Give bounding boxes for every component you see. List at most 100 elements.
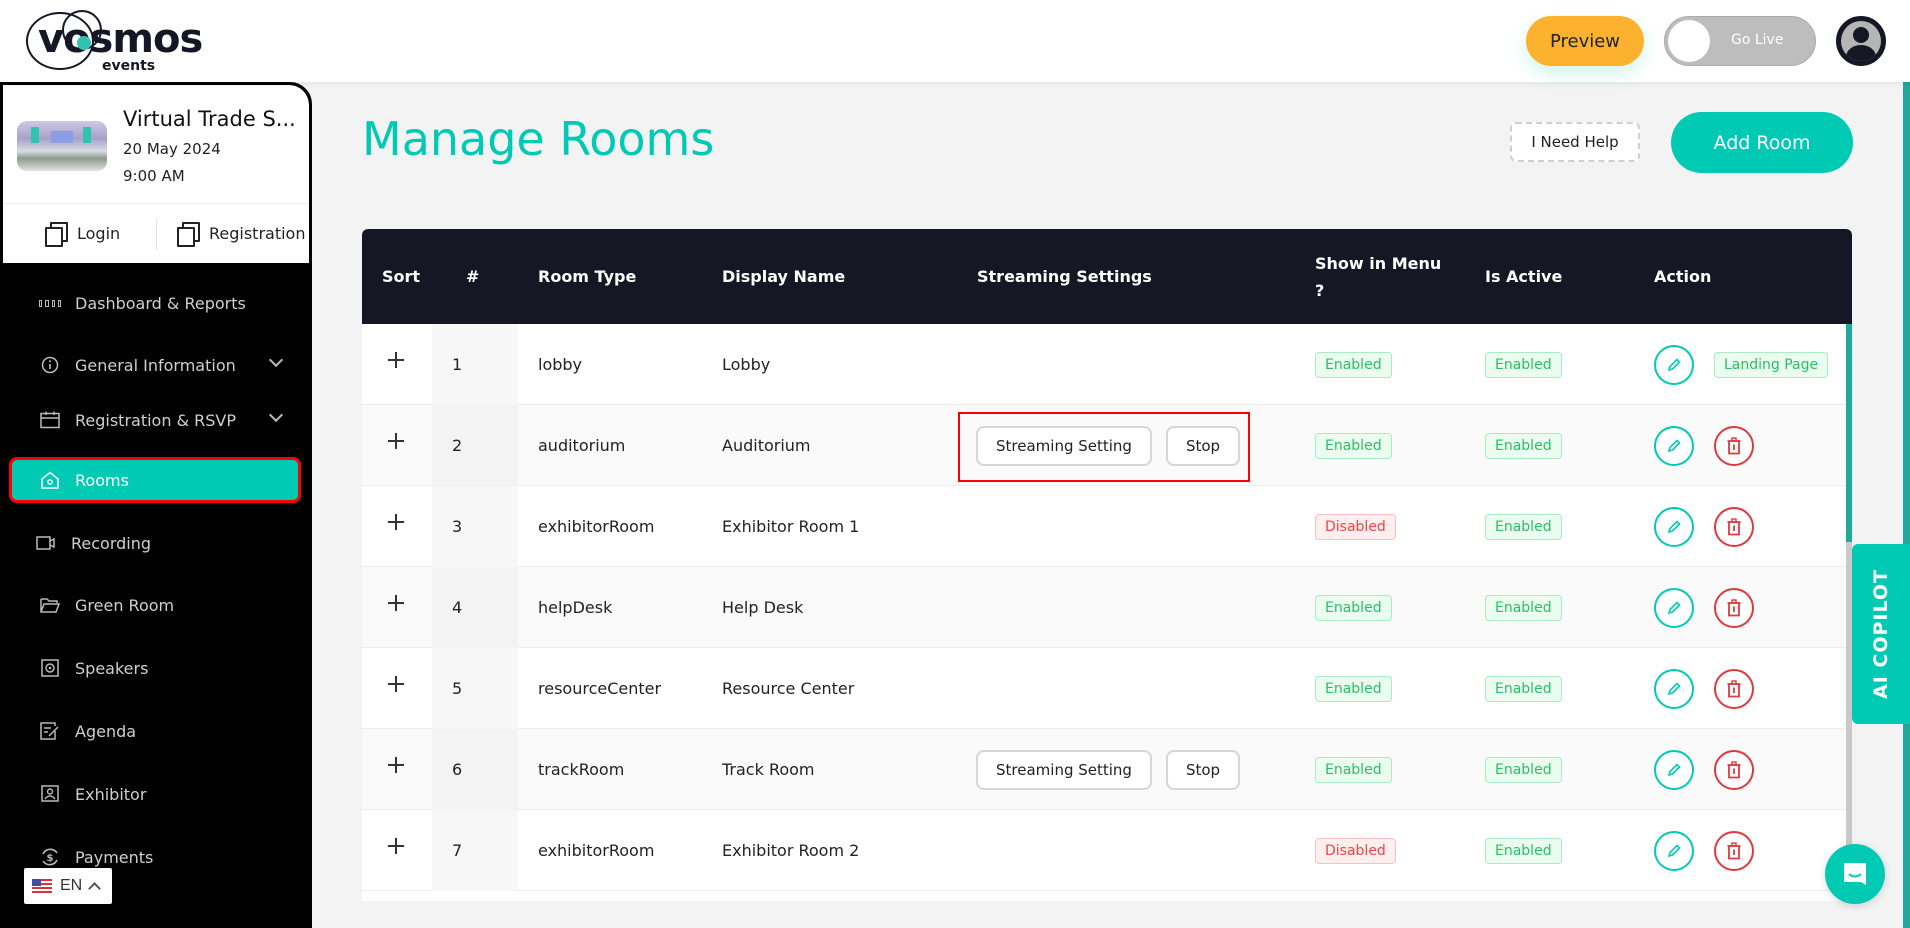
delete-button[interactable] — [1714, 749, 1754, 790]
trash-icon — [1726, 436, 1742, 455]
chat-button[interactable] — [1825, 844, 1885, 904]
column-header-display-name: Display Name — [722, 267, 846, 286]
sidebar-item-label: Recording — [71, 533, 152, 553]
event-card[interactable]: Virtual Trade S... 20 May 2024 9:00 AM — [3, 85, 309, 203]
delete-button[interactable] — [1714, 506, 1754, 547]
sidebar-scrollbar[interactable] — [309, 263, 312, 928]
language-selector[interactable]: EN — [24, 868, 112, 904]
sidebar-item-label: Payments — [75, 847, 154, 867]
streaming-setting-button[interactable]: Streaming Setting — [976, 749, 1152, 790]
sidebar-item-label: Exhibitor — [75, 784, 147, 804]
user-avatar[interactable] — [1836, 16, 1886, 66]
sidebar-item-general-information[interactable]: General Information — [9, 343, 301, 387]
delete-button[interactable] — [1714, 668, 1754, 709]
number-column-bg — [432, 324, 518, 405]
top-header: vosmos events Preview Go Live — [0, 0, 1910, 82]
preview-button[interactable]: Preview — [1526, 16, 1644, 66]
drag-handle-icon[interactable] — [388, 676, 404, 692]
column-header-is-active: Is Active — [1485, 267, 1563, 286]
drag-handle-icon[interactable] — [388, 433, 404, 449]
display-name: Exhibitor Room 2 — [722, 841, 860, 860]
sidebar-item-dashboard[interactable]: Dashboard & Reports — [9, 281, 301, 325]
edit-button[interactable] — [1654, 749, 1694, 790]
exhibitor-icon — [39, 784, 61, 804]
show-in-menu-badge: Disabled — [1315, 513, 1396, 540]
sidebar-item-registration-rsvp[interactable]: Registration & RSVP — [9, 398, 301, 442]
sidebar-item-label: Registration & RSVP — [75, 410, 236, 430]
sidebar-item-exhibitor[interactable]: Exhibitor — [9, 772, 301, 816]
sidebar-item-label: Rooms — [75, 470, 129, 490]
edit-button[interactable] — [1654, 425, 1694, 466]
svg-text:$: $ — [47, 853, 54, 864]
delete-button[interactable] — [1714, 587, 1754, 628]
table-row: 1 lobby Lobby Enabled Enabled Landing Page — [362, 324, 1846, 405]
drag-handle-icon[interactable] — [388, 514, 404, 530]
column-header-room-type: Room Type — [538, 267, 637, 286]
display-name: Help Desk — [722, 598, 804, 617]
edit-button[interactable] — [1654, 830, 1694, 871]
pencil-icon — [1666, 357, 1682, 373]
sidebar: Virtual Trade S... 20 May 2024 9:00 AM L… — [0, 82, 312, 928]
table-row: 5 resourceCenter Resource Center Enabled Ena… — [362, 648, 1846, 729]
number-column-bg — [432, 486, 518, 567]
sidebar-item-speakers[interactable]: Speakers — [9, 646, 301, 690]
show-in-menu-badge: Enabled — [1315, 756, 1392, 783]
room-type: trackRoom — [538, 760, 625, 779]
delete-button[interactable] — [1714, 425, 1754, 466]
us-flag-icon — [32, 879, 52, 893]
add-room-button[interactable]: Add Room — [1671, 112, 1853, 173]
registration-link[interactable]: Registration — [177, 222, 305, 247]
column-header-sort[interactable]: Sort — [382, 229, 420, 324]
user-icon — [1841, 21, 1881, 61]
need-help-button[interactable]: I Need Help — [1510, 122, 1640, 162]
pencil-icon — [1666, 762, 1682, 778]
row-number: 1 — [452, 355, 463, 374]
edit-button[interactable] — [1654, 344, 1694, 385]
landing-page-button[interactable]: Landing Page — [1714, 351, 1829, 378]
event-title: Virtual Trade S... — [123, 107, 296, 131]
logo-dot — [77, 36, 91, 50]
drag-handle-icon[interactable] — [388, 838, 404, 854]
table-row: 3 exhibitorRoom Exhibitor Room 1 Disabled En… — [362, 486, 1846, 567]
vosmos-logo[interactable]: vosmos events — [24, 10, 214, 74]
drag-handle-icon[interactable] — [388, 352, 404, 368]
display-name: Track Room — [722, 760, 815, 779]
edit-button[interactable] — [1654, 587, 1694, 628]
streaming-setting-button[interactable]: Streaming Setting — [976, 425, 1152, 466]
table-scrollbar-thumb[interactable] — [1846, 324, 1852, 542]
sidebar-item-rooms[interactable]: Rooms — [9, 457, 301, 503]
sidebar-scrollbar-thumb[interactable] — [309, 263, 312, 677]
home-icon — [39, 470, 61, 490]
sidebar-item-recording[interactable]: Recording — [9, 521, 301, 565]
toggle-knob — [1668, 20, 1710, 62]
number-column-bg — [432, 729, 518, 810]
sidebar-item-label: General Information — [75, 355, 236, 375]
drag-handle-icon[interactable] — [388, 595, 404, 611]
number-column-bg — [432, 648, 518, 729]
ai-copilot-tab[interactable]: AI COPILOT — [1852, 544, 1910, 724]
quick-links: Login Registration — [3, 203, 309, 263]
login-link[interactable]: Login — [45, 222, 120, 247]
is-active-badge: Enabled — [1485, 513, 1562, 540]
trash-icon — [1726, 517, 1742, 536]
drag-handle-icon[interactable] — [388, 757, 404, 773]
go-live-toggle[interactable]: Go Live — [1664, 16, 1816, 66]
is-active-badge: Enabled — [1485, 675, 1562, 702]
edit-button[interactable] — [1654, 668, 1694, 709]
room-type: resourceCenter — [538, 679, 662, 698]
delete-button[interactable] — [1714, 830, 1754, 871]
grid-icon — [39, 293, 61, 313]
sidebar-item-agenda[interactable]: Agenda — [9, 709, 301, 753]
stop-stream-button[interactable]: Stop — [1165, 425, 1241, 466]
row-number: 2 — [452, 436, 463, 455]
is-active-badge: Enabled — [1485, 594, 1562, 621]
page-scrollbar[interactable] — [1903, 82, 1910, 928]
sidebar-item-green-room[interactable]: Green Room — [9, 583, 301, 627]
edit-button[interactable] — [1654, 506, 1694, 547]
stop-stream-button[interactable]: Stop — [1165, 749, 1241, 790]
room-type: exhibitorRoom — [538, 517, 655, 536]
row-number: 3 — [452, 517, 463, 536]
room-type: auditorium — [538, 436, 626, 455]
trash-icon — [1726, 598, 1742, 617]
is-active-badge: Enabled — [1485, 432, 1562, 459]
